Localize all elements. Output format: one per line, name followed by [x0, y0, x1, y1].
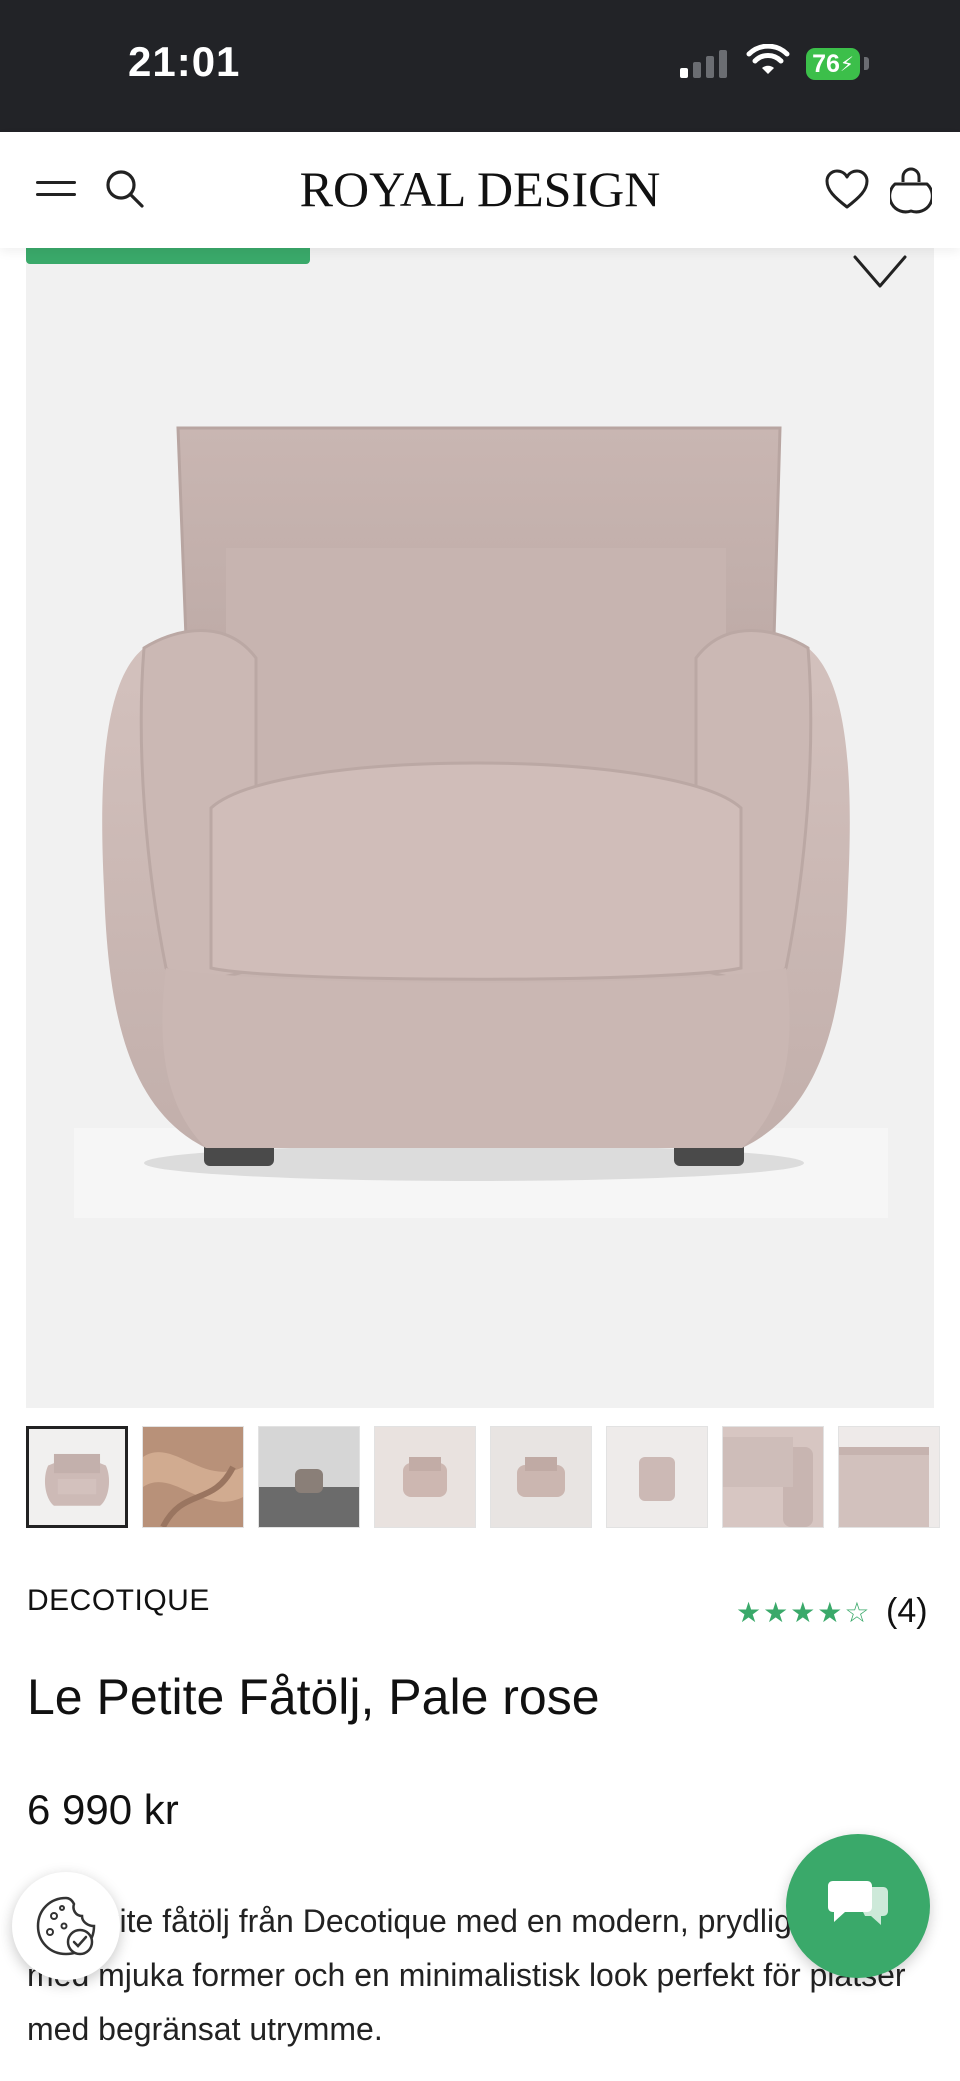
product-image-gallery[interactable]	[26, 248, 934, 1408]
battery-level: 76	[812, 49, 840, 78]
heart-icon[interactable]	[824, 168, 870, 210]
site-logo[interactable]: ROYAL DESIGN	[0, 160, 960, 218]
thumbnail-3[interactable]	[258, 1426, 360, 1528]
thumbnail-4[interactable]	[374, 1426, 476, 1528]
thumbnail-7[interactable]	[722, 1426, 824, 1528]
thumbnail-2[interactable]	[142, 1426, 244, 1528]
cookie-settings-button[interactable]	[12, 1872, 120, 1980]
battery-cap	[864, 57, 869, 70]
thumbnail-1[interactable]	[26, 1426, 128, 1528]
rating-stars[interactable]: ★★★★☆	[736, 1596, 872, 1629]
thumbnail-5[interactable]	[490, 1426, 592, 1528]
thumbnail-strip[interactable]	[26, 1424, 960, 1534]
rating-count[interactable]: (4)	[886, 1592, 928, 1631]
product-price: 6 990 kr	[27, 1786, 179, 1833]
signal-icon	[680, 50, 727, 78]
site-header: ROYAL DESIGN	[0, 132, 960, 248]
product-title: Le Petite Fåtölj, Pale rose	[27, 1669, 600, 1725]
chat-button[interactable]	[786, 1834, 930, 1978]
bag-icon[interactable]	[890, 166, 932, 214]
wifi-icon	[746, 44, 790, 74]
armchair-image	[74, 426, 888, 1218]
status-time: 21:01	[128, 38, 241, 85]
chat-icon	[828, 1881, 888, 1925]
product-brand[interactable]: DECOTIQUE	[27, 1584, 210, 1618]
battery-icon: 76 ⚡	[806, 48, 860, 80]
thumbnail-8[interactable]	[838, 1426, 940, 1528]
thumbnail-6[interactable]	[606, 1426, 708, 1528]
status-bar: 21:01 76 ⚡	[0, 0, 960, 132]
cookie-icon	[36, 1896, 96, 1956]
